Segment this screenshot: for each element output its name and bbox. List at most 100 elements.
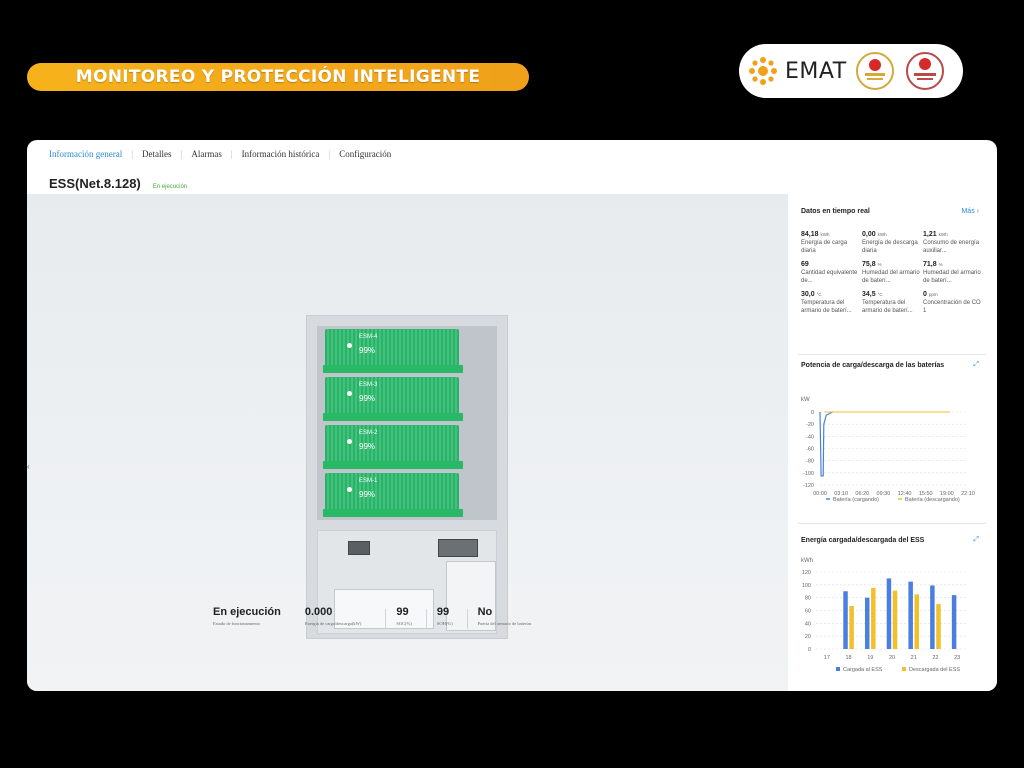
summary-label: SOH(%) bbox=[436, 621, 453, 626]
metric-label: Consumo de energía auxiliar... bbox=[923, 240, 980, 254]
y-tick-label: -20 bbox=[806, 422, 814, 428]
x-tick-label: 18 bbox=[846, 655, 852, 661]
tab-bar: Información general | Detalles | Alarmas… bbox=[49, 149, 391, 159]
module-base bbox=[323, 413, 463, 421]
tab-separator: | bbox=[328, 149, 331, 159]
y-tick-label: -80 bbox=[806, 459, 814, 465]
legend-label: Descargada del ESS bbox=[909, 667, 960, 673]
metric-co-concentration: 0 ppm Concentración de CO 1 bbox=[923, 291, 985, 315]
summary-divider bbox=[466, 609, 468, 629]
summary-value: 99 bbox=[396, 606, 409, 618]
collapse-arrow-icon[interactable]: ‹ bbox=[27, 462, 30, 471]
more-link[interactable]: Más › bbox=[961, 208, 979, 215]
cabinet-module-bay: ESM-4 99% ESM-3 99% ESM-2 99% ESM-1 99% bbox=[317, 326, 497, 520]
battery-cabinet: ESM-4 99% ESM-3 99% ESM-2 99% ESM-1 99% bbox=[306, 315, 508, 639]
battery-module[interactable]: ESM-4 99% bbox=[323, 329, 463, 373]
summary-label: Energía de carga/descarga(kW) bbox=[304, 621, 362, 626]
y-tick-label: -100 bbox=[803, 471, 814, 477]
module-soc: 99% bbox=[359, 346, 376, 355]
expand-icon[interactable]: ⤢ bbox=[973, 536, 979, 544]
module-base bbox=[323, 365, 463, 373]
summary-label: Estado de funcionamiento bbox=[213, 621, 260, 626]
module-base bbox=[323, 461, 463, 469]
legend-label: Batería (descargando) bbox=[905, 497, 960, 503]
tab-alarms[interactable]: Alarmas bbox=[191, 149, 222, 159]
y-axis-unit: kWh bbox=[801, 558, 813, 564]
x-tick-label: 00:00 bbox=[813, 491, 827, 497]
expand-icon[interactable]: ⤢ bbox=[973, 361, 979, 369]
metric-value: 69 bbox=[801, 261, 809, 268]
metric-label: Humedad del armario de baterí... bbox=[923, 270, 981, 284]
module-base bbox=[323, 509, 463, 517]
metric-unit: kWh bbox=[820, 232, 830, 237]
module-soc: 99% bbox=[359, 442, 376, 451]
tab-separator: | bbox=[230, 149, 233, 159]
y-tick-label: 80 bbox=[805, 596, 811, 602]
power-chart-title: Potencia de carga/descarga de las baterí… bbox=[801, 362, 945, 369]
metric-unit: °C bbox=[816, 292, 822, 297]
metric-unit: ppm bbox=[928, 292, 938, 297]
bar bbox=[936, 604, 941, 649]
realtime-metrics: 84,18 kWh Energía de carga diaria 0,00 kWh E… bbox=[801, 231, 985, 315]
x-tick-label: 21 bbox=[911, 655, 917, 661]
metric-daily-discharge: 0,00 kWh Energía de descarga diaria bbox=[862, 231, 923, 255]
award-seal-icon bbox=[905, 52, 944, 90]
x-tick-label: 22 bbox=[932, 655, 938, 661]
bar bbox=[892, 590, 898, 649]
metric-label: Humedad del armario de baterí... bbox=[862, 270, 920, 284]
x-tick-label: 23 bbox=[954, 655, 960, 661]
status-badge: En ejecución bbox=[152, 184, 188, 190]
y-tick-label: -120 bbox=[803, 483, 814, 489]
y-tick-label: 40 bbox=[805, 621, 811, 627]
status-summary: En ejecución Estado de funcionamiento 0.… bbox=[213, 606, 555, 629]
summary-value: 99 bbox=[436, 606, 450, 618]
bar bbox=[908, 581, 913, 649]
module-label: ESM-1 bbox=[359, 478, 378, 484]
battery-module[interactable]: ESM-2 99% bbox=[323, 425, 463, 469]
summary-value: 0.000 bbox=[304, 606, 333, 618]
right-panel: Datos en tiempo real Más › 84,18 kWh Energ… bbox=[790, 194, 997, 691]
metric-unit: % bbox=[877, 262, 882, 267]
x-tick-label: 22:10 bbox=[961, 491, 975, 497]
metric-temperature-1: 30,0 °C Temperatura del armario de baterí.… bbox=[801, 291, 862, 315]
energy-chart: kWh 0 20 40 60 80 100 120 17 18 19 20 21 22 23 Cargada … bbox=[801, 558, 968, 673]
bar bbox=[951, 595, 957, 649]
control-box bbox=[438, 539, 478, 557]
summary-item: 99 SOC(%) bbox=[396, 606, 412, 629]
battery-module[interactable]: ESM-1 99% bbox=[323, 473, 463, 517]
module-label: ESM-2 bbox=[359, 430, 378, 436]
realtime-title: Datos en tiempo real bbox=[801, 208, 870, 215]
legend-swatch bbox=[902, 667, 906, 671]
battery-module[interactable]: ESM-3 99% bbox=[323, 377, 463, 421]
summary-item: 0.000 Energía de carga/descarga(kW) bbox=[305, 606, 361, 629]
status-led-icon bbox=[347, 439, 352, 444]
summary-label: Puerta del armario de baterías bbox=[477, 621, 532, 626]
tab-general-info[interactable]: Información general bbox=[49, 149, 122, 159]
y-tick-label: 0 bbox=[811, 410, 814, 416]
tab-history[interactable]: Información histórica bbox=[242, 149, 320, 159]
banner-title: MONITOREO Y PROTECCIÓN INTELIGENTE bbox=[75, 67, 481, 87]
tab-separator: | bbox=[180, 149, 183, 159]
bar bbox=[914, 594, 920, 649]
module-label: ESM-3 bbox=[359, 382, 378, 388]
app-window: Información general | Detalles | Alarmas… bbox=[27, 140, 997, 691]
summary-item: No Puerta del armario de baterías bbox=[478, 606, 532, 629]
chevron-right-icon: › bbox=[976, 208, 979, 215]
summary-item: En ejecución Estado de funcionamiento bbox=[213, 606, 281, 629]
legend-swatch bbox=[836, 667, 840, 671]
metric-value: 0,00 bbox=[862, 231, 876, 238]
metric-unit: kWh bbox=[938, 232, 948, 237]
metric-daily-charge: 84,18 kWh Energía de carga diaria bbox=[801, 231, 862, 255]
summary-item: 99 SOH(%) bbox=[437, 606, 453, 629]
metric-value: 34,5 bbox=[862, 291, 876, 298]
metric-unit: kWh bbox=[877, 232, 887, 237]
summary-value: En ejecución bbox=[213, 606, 281, 618]
brand-name: EMAT bbox=[785, 58, 847, 84]
tab-configuration[interactable]: Configuración bbox=[339, 149, 391, 159]
status-led-icon bbox=[347, 343, 352, 348]
emat-logo-icon bbox=[749, 57, 777, 85]
logo-badge: EMAT bbox=[739, 44, 963, 98]
y-tick-label: 0 bbox=[808, 647, 811, 653]
tab-details[interactable]: Detalles bbox=[142, 149, 172, 159]
bar bbox=[871, 588, 876, 649]
